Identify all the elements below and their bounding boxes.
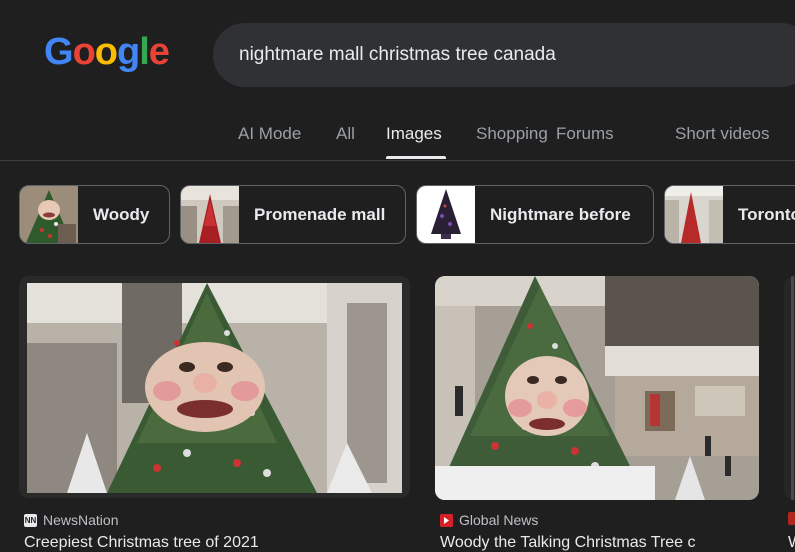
chip-thumbnail [20, 186, 78, 243]
divider [0, 160, 795, 161]
chip-thumbnail [417, 186, 475, 243]
tab-shopping[interactable]: Shopping [476, 124, 548, 144]
logo-letter: o [72, 31, 96, 73]
logo-letter: e [148, 31, 170, 73]
tab-images[interactable]: Images [386, 124, 442, 144]
chip-label: Toronto [738, 204, 795, 224]
tab-ai-mode[interactable]: AI Mode [238, 124, 301, 144]
chip-label: Woody [93, 204, 150, 224]
chip-thumbnail [665, 186, 723, 243]
search-input[interactable]: nightmare mall christmas tree canada [239, 44, 556, 66]
source-name: Global News [459, 512, 539, 528]
result-image-3[interactable] [784, 276, 795, 500]
result-image-1[interactable] [19, 276, 410, 498]
google-logo[interactable]: Google [44, 30, 170, 74]
result-source-3[interactable] [788, 512, 795, 525]
tab-all[interactable]: All [336, 124, 355, 144]
logo-letter: l [139, 31, 150, 73]
chip-label: Nightmare before [490, 204, 631, 224]
result-title-3[interactable]: W [788, 534, 795, 552]
active-tab-indicator [386, 156, 446, 159]
source-icon [788, 512, 795, 525]
result-source-2[interactable]: Global News [440, 512, 538, 528]
chip-promenade-mall[interactable]: Promenade mall [180, 185, 406, 244]
source-name: NewsNation [43, 512, 119, 528]
tab-forums[interactable]: Forums [556, 124, 614, 144]
global-news-icon [440, 513, 453, 527]
result-title-2[interactable]: Woody the Talking Christmas Tree c [440, 534, 760, 552]
logo-letter: o [94, 31, 118, 73]
newsnation-icon: NN [24, 513, 37, 527]
search-tabs: AI Mode All Images Shopping Forums Short… [0, 114, 795, 160]
logo-letter: g [117, 31, 140, 73]
result-title-1[interactable]: Creepiest Christmas tree of 2021 [24, 534, 404, 552]
tab-short-videos[interactable]: Short videos [675, 124, 770, 144]
result-source-1[interactable]: NN NewsNation [24, 512, 118, 528]
chip-nightmare-before[interactable]: Nightmare before [416, 185, 654, 244]
chip-label: Promenade mall [254, 204, 386, 224]
image-edge [791, 276, 794, 500]
chip-toronto[interactable]: Toronto [664, 185, 795, 244]
chip-thumbnail [181, 186, 239, 243]
chip-woody[interactable]: Woody [19, 185, 170, 244]
search-box[interactable]: nightmare mall christmas tree canada [213, 23, 795, 87]
logo-letter: G [44, 31, 74, 73]
result-image-2[interactable] [435, 276, 759, 500]
